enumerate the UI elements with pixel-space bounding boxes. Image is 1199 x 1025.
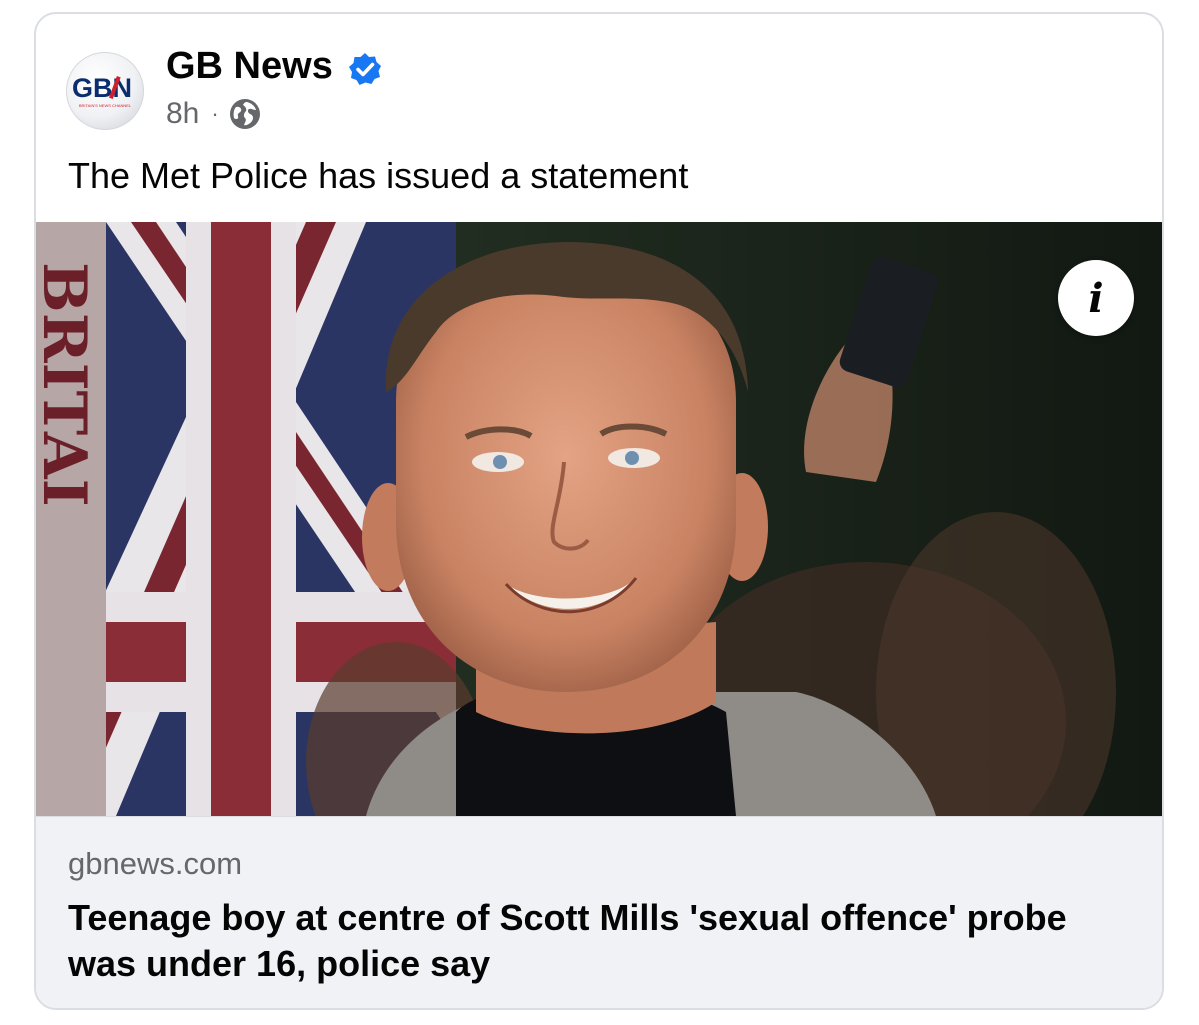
info-icon[interactable]: i [1058, 260, 1134, 336]
backdrop-letters: BRITAI [36, 262, 99, 507]
gbn-logo: GBN BRITAIN'S NEWS CHANNEL [72, 73, 132, 108]
globe-icon[interactable] [229, 98, 261, 130]
post-meta: 8h · [166, 96, 261, 132]
post-photo[interactable]: BRITAI i [36, 222, 1162, 816]
page-avatar[interactable]: GBN BRITAIN'S NEWS CHANNEL [66, 52, 144, 130]
verified-badge-icon [349, 53, 381, 85]
gbn-logo-text: GBN [72, 73, 132, 103]
page-name[interactable]: GB News [166, 44, 333, 88]
post-timestamp[interactable]: 8h [166, 96, 199, 132]
post-text: The Met Police has issued a statement [68, 155, 689, 196]
link-domain: gbnews.com [68, 846, 243, 881]
meta-separator: · [211, 101, 219, 126]
post-header: GBN BRITAIN'S NEWS CHANNEL GB News 8h · … [36, 14, 1162, 224]
photo-image: BRITAI [36, 222, 1162, 816]
link-title[interactable]: Teenage boy at centre of Scott Mills 'se… [68, 895, 1138, 987]
gbn-logo-tagline: BRITAIN'S NEWS CHANNEL [79, 103, 132, 108]
post-card: GBN BRITAIN'S NEWS CHANNEL GB News 8h · … [34, 12, 1164, 1010]
link-preview[interactable]: gbnews.com Teenage boy at centre of Scot… [36, 816, 1162, 1008]
